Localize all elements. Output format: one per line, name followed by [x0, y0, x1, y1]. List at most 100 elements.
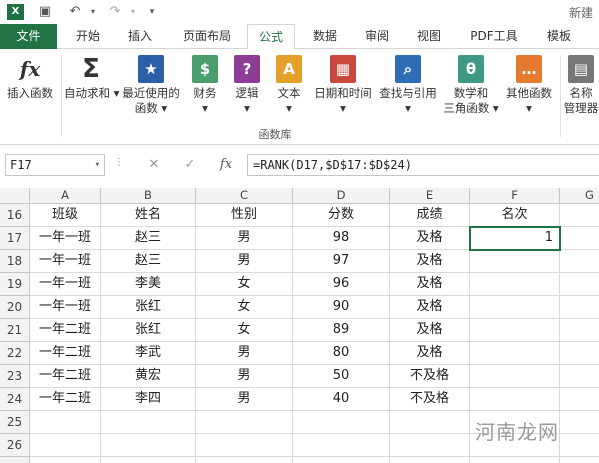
cell-c24[interactable]: 男	[196, 388, 293, 411]
cell-a21[interactable]: 一年二班	[30, 319, 101, 342]
tab-templates[interactable]: 模板	[537, 24, 581, 49]
tab-page-layout[interactable]: 页面布局	[172, 24, 242, 49]
row-header-27[interactable]: 27	[0, 457, 30, 463]
cell-f21[interactable]	[470, 319, 560, 342]
cell-b17[interactable]: 赵三	[101, 227, 196, 250]
cell-g27[interactable]	[560, 457, 599, 463]
row-header-20[interactable]: 20	[0, 296, 30, 319]
cell-e27[interactable]	[390, 457, 470, 463]
cell-c18[interactable]: 男	[196, 250, 293, 273]
tab-insert[interactable]: 插入	[118, 24, 162, 49]
cell-b20[interactable]: 张红	[101, 296, 196, 319]
cell-g16[interactable]	[560, 204, 599, 227]
cell-e21[interactable]: 及格	[390, 319, 470, 342]
cell-f20[interactable]	[470, 296, 560, 319]
cell-d20[interactable]: 90	[293, 296, 390, 319]
cell-c16[interactable]: 性别	[196, 204, 293, 227]
enter-icon[interactable]: ✓	[180, 155, 200, 175]
cell-e16[interactable]: 成绩	[390, 204, 470, 227]
cell-b16[interactable]: 姓名	[101, 204, 196, 227]
tab-formulas[interactable]: 公式	[247, 24, 295, 50]
cell-d19[interactable]: 96	[293, 273, 390, 296]
undo-dropdown-icon[interactable]: ▾	[84, 3, 102, 21]
row-header-26[interactable]: 26	[0, 434, 30, 457]
cell-g19[interactable]	[560, 273, 599, 296]
financial-button[interactable]: $ 财务 ▾	[187, 55, 223, 116]
cell-d23[interactable]: 50	[293, 365, 390, 388]
cell-d24[interactable]: 40	[293, 388, 390, 411]
row-header-17[interactable]: 17	[0, 227, 30, 250]
undo-icon[interactable]: ↶	[66, 3, 84, 21]
cell-b27[interactable]	[101, 457, 196, 463]
row-header-19[interactable]: 19	[0, 273, 30, 296]
tab-review[interactable]: 审阅	[355, 24, 399, 49]
recently-used-button[interactable]: ★ 最近使用的 函数 ▾	[118, 55, 184, 116]
cell-f19[interactable]	[470, 273, 560, 296]
insert-function-button[interactable]: fx 插入函数	[2, 55, 58, 101]
column-header-g[interactable]: G	[560, 188, 599, 204]
cell-b23[interactable]: 黄宏	[101, 365, 196, 388]
cell-e25[interactable]	[390, 411, 470, 434]
cell-d21[interactable]: 89	[293, 319, 390, 342]
column-header-e[interactable]: E	[390, 188, 470, 204]
cell-d27[interactable]	[293, 457, 390, 463]
tab-view[interactable]: 视图	[407, 24, 451, 49]
redo-dropdown-icon[interactable]: ▾	[124, 3, 142, 21]
date-time-button[interactable]: ▦ 日期和时间 ▾	[310, 55, 376, 116]
cell-c21[interactable]: 女	[196, 319, 293, 342]
cell-e20[interactable]: 及格	[390, 296, 470, 319]
math-trig-button[interactable]: θ 数学和 三角函数 ▾	[441, 55, 501, 116]
cell-a19[interactable]: 一年一班	[30, 273, 101, 296]
cell-g17[interactable]	[560, 227, 599, 250]
cell-g26[interactable]	[560, 434, 599, 457]
cell-d25[interactable]	[293, 411, 390, 434]
cancel-icon[interactable]: ✕	[144, 155, 164, 175]
cell-a17[interactable]: 一年一班	[30, 227, 101, 250]
cell-a18[interactable]: 一年一班	[30, 250, 101, 273]
chevron-down-icon[interactable]: ▾	[95, 155, 100, 175]
tab-home[interactable]: 开始	[66, 24, 110, 49]
column-header-b[interactable]: B	[101, 188, 196, 204]
row-header-21[interactable]: 21	[0, 319, 30, 342]
cell-c19[interactable]: 女	[196, 273, 293, 296]
text-button[interactable]: A 文本 ▾	[271, 55, 307, 116]
cell-b18[interactable]: 赵三	[101, 250, 196, 273]
cell-b25[interactable]	[101, 411, 196, 434]
cell-b24[interactable]: 李四	[101, 388, 196, 411]
cell-c27[interactable]	[196, 457, 293, 463]
logical-button[interactable]: ? 逻辑 ▾	[229, 55, 265, 116]
tab-file[interactable]: 文件	[0, 24, 57, 49]
row-header-25[interactable]: 25	[0, 411, 30, 434]
insert-function-icon[interactable]: fx	[216, 155, 236, 175]
cell-a23[interactable]: 一年二班	[30, 365, 101, 388]
cell-f24[interactable]	[470, 388, 560, 411]
cell-g20[interactable]	[560, 296, 599, 319]
redo-icon[interactable]: ↷	[106, 3, 124, 21]
column-header-a[interactable]: A	[30, 188, 101, 204]
cell-d17[interactable]: 98	[293, 227, 390, 250]
row-header-16[interactable]: 16	[0, 204, 30, 227]
cell-c26[interactable]	[196, 434, 293, 457]
cell-a26[interactable]	[30, 434, 101, 457]
cell-e26[interactable]	[390, 434, 470, 457]
select-all-corner[interactable]	[0, 188, 30, 204]
cell-c20[interactable]: 女	[196, 296, 293, 319]
cell-d16[interactable]: 分数	[293, 204, 390, 227]
cell-e18[interactable]: 及格	[390, 250, 470, 273]
formula-input[interactable]: =RANK(D17,$D$17:$D$24)	[247, 154, 599, 176]
autosum-button[interactable]: Σ 自动求和 ▾	[64, 55, 119, 101]
tab-pdf-tools[interactable]: PDF工具	[460, 24, 528, 49]
cell-a27[interactable]	[30, 457, 101, 463]
row-header-18[interactable]: 18	[0, 250, 30, 273]
column-header-c[interactable]: C	[196, 188, 293, 204]
cell-d18[interactable]: 97	[293, 250, 390, 273]
cell-a16[interactable]: 班级	[30, 204, 101, 227]
name-box[interactable]: F17 ▾	[5, 154, 105, 176]
cell-g18[interactable]	[560, 250, 599, 273]
column-header-f[interactable]: F	[470, 188, 560, 204]
cell-b22[interactable]: 李武	[101, 342, 196, 365]
cell-a24[interactable]: 一年二班	[30, 388, 101, 411]
row-header-23[interactable]: 23	[0, 365, 30, 388]
cell-f27[interactable]	[470, 457, 560, 463]
cell-g22[interactable]	[560, 342, 599, 365]
